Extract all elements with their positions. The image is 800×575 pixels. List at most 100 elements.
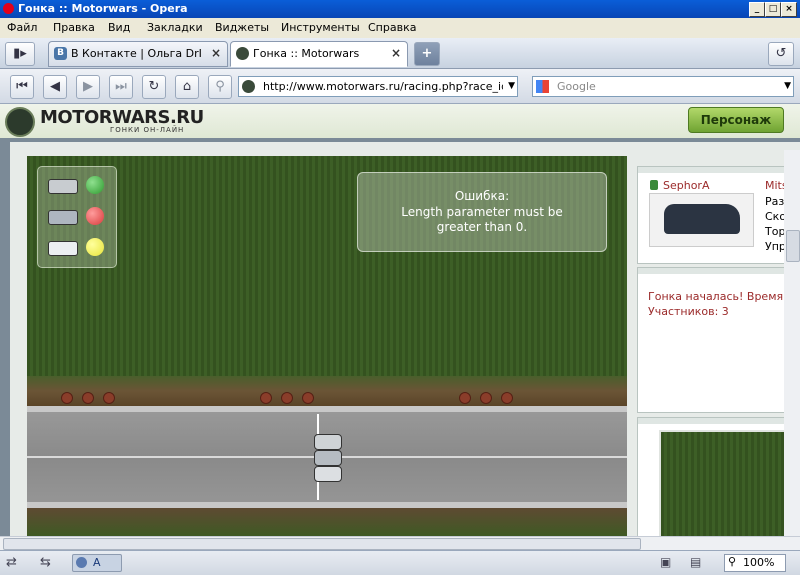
sync-icon[interactable]: ⇄ [6, 555, 17, 570]
site-icon [242, 80, 255, 93]
menu-tools[interactable]: Инструменты [281, 21, 360, 34]
barrel-icon [260, 392, 272, 404]
barrel-icon [82, 392, 94, 404]
new-tab-button[interactable]: + [414, 42, 440, 66]
spec-label: Раз [765, 195, 785, 208]
zoom-icon: ⚲ [728, 555, 737, 568]
error-box: Ошибка: Length parameter must be greater… [357, 172, 607, 252]
menu-view[interactable]: Вид [108, 21, 130, 34]
back-icon[interactable]: ◀ [43, 75, 67, 99]
rewind-icon[interactable]: ⏮ [10, 75, 34, 99]
race-status: Гонка началась! Время ст [648, 290, 800, 303]
road-barrier-top [27, 406, 627, 412]
race-track[interactable]: Ошибка: Length parameter must be greater… [27, 156, 627, 536]
scrollbar-thumb[interactable] [3, 538, 641, 550]
error-message: Length parameter must be greater than 0. [401, 205, 563, 234]
car-photo [649, 193, 754, 247]
dirt-strip-bottom [27, 508, 627, 536]
car-icon [314, 450, 342, 466]
tab-motorwars[interactable]: Гонка :: Motorwars × [230, 41, 408, 67]
panel-header [638, 268, 787, 274]
dirt-strip [27, 376, 627, 406]
barrel-icon [103, 392, 115, 404]
panel-toggle-button[interactable]: ▮▸ [5, 42, 35, 66]
search-dropdown-icon[interactable]: ▼ [784, 77, 791, 96]
car-icon [48, 241, 78, 256]
tab-close-icon[interactable]: × [391, 46, 401, 60]
url-text: http://www.motorwars.ru/racing.php?race_… [263, 80, 503, 93]
menu-edit[interactable]: Правка [53, 21, 95, 34]
barrel-icon [459, 392, 471, 404]
home-icon[interactable]: ⌂ [175, 75, 199, 99]
menu-help[interactable]: Справка [368, 21, 416, 34]
minimize-button[interactable]: _ [749, 2, 765, 17]
car-icon [48, 210, 78, 225]
address-field[interactable]: http://www.motorwars.ru/racing.php?race_… [238, 76, 518, 97]
tab-vkontakte[interactable]: B В Контакте | Ольга DrI... × [48, 41, 228, 67]
close-window-button[interactable]: × [781, 2, 797, 17]
navigation-toolbar: ⏮ ◀ ▶ ⏭ ↻ ⌂ ⚲ http://www.motorwars.ru/ra… [0, 69, 800, 104]
tab-label: Гонка :: Motorwars [253, 47, 360, 60]
view-mode-selector[interactable]: A [72, 554, 122, 572]
vertical-scrollbar[interactable] [784, 150, 800, 536]
spec-label: Ско [765, 210, 787, 223]
car-icon [314, 434, 342, 450]
suv-image [664, 204, 740, 234]
spec-label: Тор [765, 225, 786, 238]
wand-icon[interactable]: ⚲ [208, 75, 232, 99]
forward-icon[interactable]: ▶ [76, 75, 100, 99]
player-panel: SephorA Mits Раз Ско Тор Упр [637, 166, 788, 264]
zoom-control[interactable]: ⚲ 100% [724, 554, 786, 572]
share-icon[interactable]: ⇆ [40, 555, 51, 570]
barrel-icon [480, 392, 492, 404]
closed-tabs-icon[interactable]: ↺ [768, 42, 794, 66]
barrel-icon [281, 392, 293, 404]
vk-icon: B [54, 47, 67, 60]
spec-label: Упр [765, 240, 786, 253]
car-icon [314, 466, 342, 482]
address-dropdown-icon[interactable]: ▼ [508, 77, 515, 96]
search-field[interactable]: Google ▼ [532, 76, 794, 97]
car-icon [48, 179, 78, 194]
scrollbar-thumb[interactable] [786, 230, 800, 262]
yellow-light-icon [86, 238, 104, 256]
fast-forward-icon[interactable]: ⏭ [109, 75, 133, 99]
site-logo-text[interactable]: MOTORWARS.RU [40, 107, 204, 128]
site-tagline: ГОНКИ ОН-ЛАЙН [110, 126, 185, 134]
tab-label: В Контакте | Ольга DrI... [71, 47, 201, 60]
globe-icon [76, 557, 87, 568]
race-info-panel: Гонка началась! Время ст Участников: 3 [637, 267, 799, 413]
green-light-icon [86, 176, 104, 194]
barrel-icon [302, 392, 314, 404]
panel-header [638, 418, 787, 424]
horizontal-scrollbar[interactable] [0, 536, 800, 551]
menu-file[interactable]: Файл [7, 21, 37, 34]
reload-icon[interactable]: ↻ [142, 75, 166, 99]
layout-icon[interactable]: ▣ [660, 555, 671, 569]
image-toggle-icon[interactable]: ▤ [690, 555, 701, 569]
panel-header [638, 167, 787, 173]
zoom-level: 100% [743, 556, 775, 569]
status-bar: ⇄ ⇆ A ▣ ▤ ⚲ 100% [0, 550, 800, 575]
player-name[interactable]: SephorA [663, 179, 709, 192]
barrel-icon [501, 392, 513, 404]
window-title: Гонка :: Motorwars - Opera [18, 2, 188, 15]
minimap-panel [637, 417, 791, 536]
participants-count: Участников: 3 [648, 305, 729, 318]
google-icon [536, 80, 549, 93]
red-light-icon [86, 207, 104, 225]
user-icon [650, 180, 658, 190]
menu-bookmarks[interactable]: Закладки [147, 21, 203, 34]
tab-close-icon[interactable]: × [211, 46, 221, 60]
maximize-button[interactable]: □ [765, 2, 781, 17]
site-header: MOTORWARS.RU ГОНКИ ОН-ЛАЙН Персонаж [0, 104, 800, 138]
error-title: Ошибка: [454, 189, 510, 203]
menu-bar: Файл Правка Вид Закладки Виджеты Инструм… [0, 18, 800, 38]
search-placeholder: Google [557, 80, 596, 93]
tab-bar: ▮▸ B В Контакте | Ольга DrI... × Гонка :… [0, 38, 800, 69]
personage-button[interactable]: Персонаж [688, 107, 784, 133]
car-legend [37, 166, 117, 268]
motorwars-logo-icon [5, 107, 35, 137]
web-page: MOTORWARS.RU ГОНКИ ОН-ЛАЙН Персонаж Ошиб… [0, 104, 800, 536]
menu-widgets[interactable]: Виджеты [215, 21, 269, 34]
